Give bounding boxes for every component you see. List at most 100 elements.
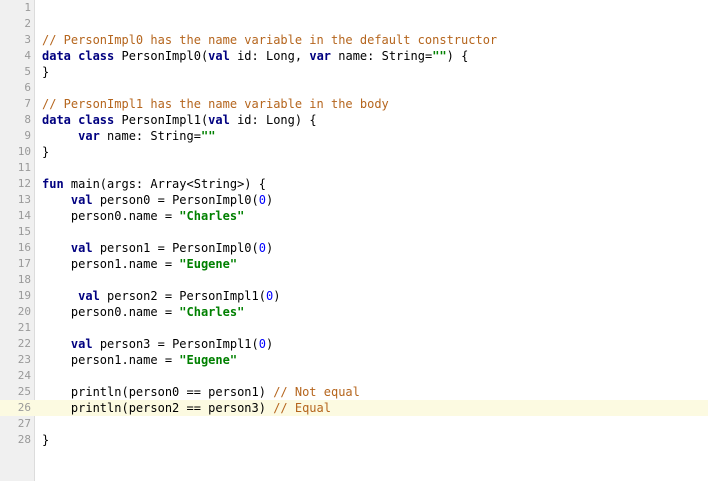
code-token-plain: )	[266, 241, 274, 255]
code-token-plain: println(person2 == person3)	[42, 401, 274, 415]
code-token-kw: val	[208, 113, 230, 127]
code-line[interactable]: 18	[0, 272, 708, 288]
code-token-num: 0	[258, 337, 266, 351]
code-text: person0.name = "Charles"	[42, 304, 244, 320]
code-line[interactable]: 22 val person3 = PersonImpl1(0)	[0, 336, 708, 352]
code-lines: 1 2 3// PersonImpl0 has the name variable …	[0, 0, 708, 448]
code-text: val person0 = PersonImpl0(0)	[42, 192, 273, 208]
code-line[interactable]: 20 person0.name = "Charles"	[0, 304, 708, 320]
code-token-plain: )	[273, 289, 281, 303]
code-token-str: "Charles"	[179, 305, 245, 319]
code-token-plain: person0.name =	[42, 305, 180, 319]
line-number: 22	[17, 337, 31, 350]
code-token-kw: val	[70, 241, 93, 255]
line-number: 11	[17, 161, 31, 174]
code-line[interactable]: 7 // PersonImpl1 has the name variable in…	[0, 96, 708, 112]
code-line[interactable]: 8 data class PersonImpl1(val id: Long) {	[0, 112, 708, 128]
code-line[interactable]: 10}	[0, 144, 708, 160]
code-line[interactable]: 3 // PersonImpl0 has the name variable in…	[0, 32, 708, 48]
code-line[interactable]: 17 person1.name = "Eugene"	[0, 256, 708, 272]
code-text: // PersonImpl0 has the name variable in …	[42, 32, 497, 48]
line-number: 26	[17, 401, 31, 414]
code-line[interactable]: 15	[0, 224, 708, 240]
code-line[interactable]: 28}	[0, 432, 708, 448]
line-number: 27	[17, 417, 31, 430]
code-token-doc: // Equal	[273, 401, 331, 415]
code-line[interactable]: 6	[0, 80, 708, 96]
line-number: 13	[17, 193, 31, 206]
code-line[interactable]: 9 var name: String=""	[0, 128, 708, 144]
code-token-plain: name: String=	[99, 129, 201, 143]
line-number: 24	[17, 369, 31, 382]
code-token-plain: PersonImpl0(	[114, 49, 209, 63]
code-token-str: ""	[200, 129, 216, 143]
code-token-kw: val	[70, 337, 93, 351]
code-token-doc: // PersonImpl0 has the name variable in …	[42, 33, 498, 47]
code-line[interactable]: 16 val person1 = PersonImpl0(0)	[0, 240, 708, 256]
code-editor[interactable]: 1 2 3// PersonImpl0 has the name variable …	[0, 0, 708, 481]
code-text: data class PersonImpl1(val id: Long) {	[42, 112, 317, 128]
code-token-num: 0	[258, 193, 266, 207]
code-token-str: "Eugene"	[179, 353, 238, 367]
code-token-plain: person1 = PersonImpl0(	[92, 241, 259, 255]
code-line[interactable]: 14 person0.name = "Charles"	[0, 208, 708, 224]
line-number: 28	[17, 433, 31, 446]
code-token-plain: ) {	[446, 49, 469, 63]
code-line[interactable]: 11	[0, 160, 708, 176]
line-number: 15	[17, 225, 31, 238]
code-line[interactable]: 2	[0, 16, 708, 32]
code-line[interactable]: 1	[0, 0, 708, 16]
line-number: 16	[17, 241, 31, 254]
line-number: 12	[17, 177, 31, 190]
code-line[interactable]: 27	[0, 416, 708, 432]
code-text: val person1 = PersonImpl0(0)	[42, 240, 273, 256]
code-line[interactable]: 5}	[0, 64, 708, 80]
code-token-kw: var	[78, 129, 100, 143]
line-number: 1	[24, 1, 31, 14]
code-line[interactable]: 21	[0, 320, 708, 336]
code-text: person1.name = "Eugene"	[42, 352, 237, 368]
line-number: 9	[24, 129, 31, 142]
code-text: }	[42, 64, 49, 80]
code-text: }	[42, 432, 49, 448]
code-line[interactable]: 4 data class PersonImpl0(val id: Long, va…	[0, 48, 708, 64]
code-token-kw: fun	[42, 177, 64, 191]
code-line[interactable]: 26 println(person2 == person3) // Equal	[0, 400, 708, 416]
code-token-kw: val	[78, 289, 100, 303]
code-token-plain: name: String=	[331, 49, 433, 63]
code-text: println(person2 == person3) // Equal	[42, 400, 331, 416]
code-token-plain: PersonImpl1(	[114, 113, 209, 127]
code-token-doc: // Not equal	[273, 385, 360, 399]
code-line[interactable]: 23 person1.name = "Eugene"	[0, 352, 708, 368]
code-token-plain: }	[42, 145, 50, 159]
code-line[interactable]: 25 println(person0 == person1) // Not eq…	[0, 384, 708, 400]
code-text: }	[42, 144, 49, 160]
line-number: 6	[24, 81, 31, 94]
line-number: 18	[17, 273, 31, 286]
code-text: // PersonImpl1 has the name variable in …	[42, 96, 389, 112]
code-token-plain: person1.name =	[42, 353, 180, 367]
line-number: 4	[24, 49, 31, 62]
code-token-num: 0	[258, 241, 266, 255]
line-number: 7	[24, 97, 31, 110]
code-token-plain: person0 = PersonImpl0(	[92, 193, 259, 207]
code-line[interactable]: 24	[0, 368, 708, 384]
code-text: println(person0 == person1) // Not equal	[42, 384, 360, 400]
line-number: 2	[24, 17, 31, 30]
code-line[interactable]: 12 fun main(args: Array<String>) {	[0, 176, 708, 192]
line-number: 19	[17, 289, 31, 302]
code-line[interactable]: 13 val person0 = PersonImpl0(0)	[0, 192, 708, 208]
code-line[interactable]: 19 val person2 = PersonImpl1(0)	[0, 288, 708, 304]
code-text: val person3 = PersonImpl1(0)	[42, 336, 273, 352]
code-token-doc: // PersonImpl1 has the name variable in …	[42, 97, 389, 111]
code-text: person1.name = "Eugene"	[42, 256, 237, 272]
code-token-str: ""	[432, 49, 447, 63]
code-token-plain: )	[266, 193, 274, 207]
code-token-kw: data class	[42, 49, 115, 63]
line-number: 20	[17, 305, 31, 318]
